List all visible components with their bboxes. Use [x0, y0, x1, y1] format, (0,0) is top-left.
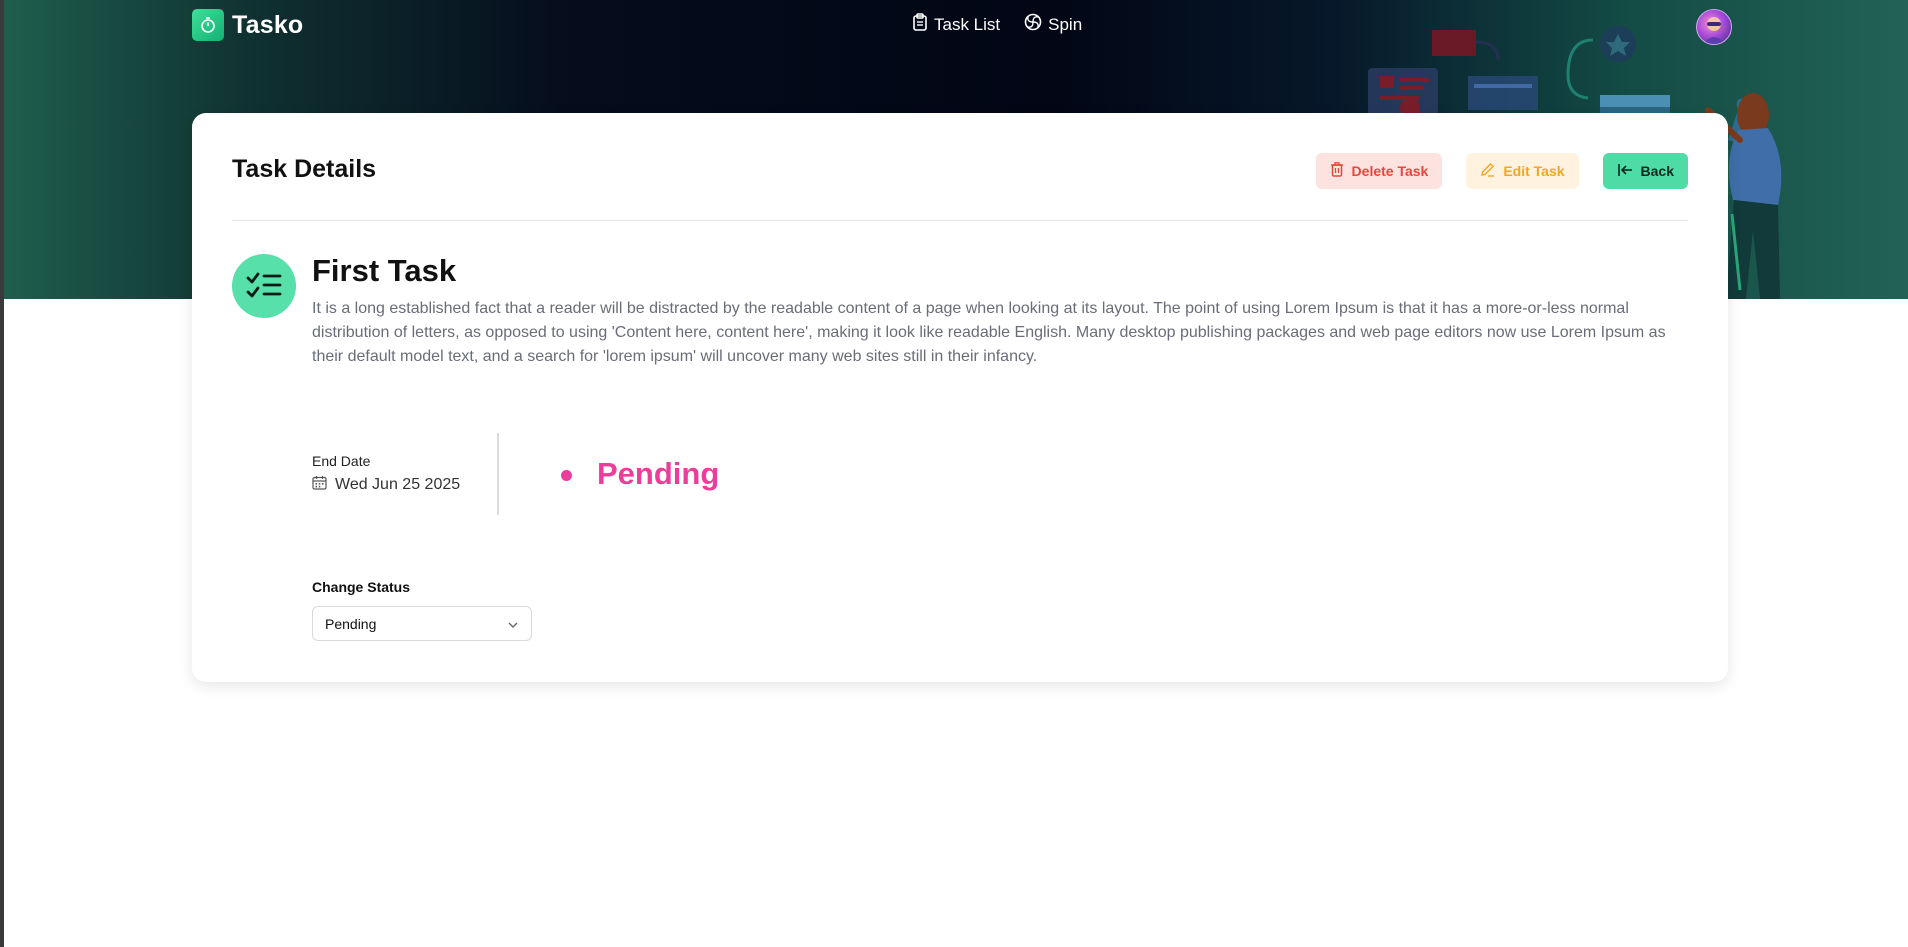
chevron-down-icon: [507, 616, 519, 632]
spin-icon: [1024, 13, 1042, 36]
edit-task-label: Edit Task: [1503, 163, 1565, 179]
end-date-value: Wed Jun 25 2025: [335, 476, 461, 493]
end-date-label: End Date: [312, 453, 371, 469]
pencil-icon: [1480, 162, 1495, 180]
task-meta: End Date Wed Jun 25 2025 Pending: [312, 433, 912, 515]
nav-link-task-list-label: Task List: [934, 14, 1001, 34]
task-details-card: Task Details Delete Task Edit Task Back …: [192, 113, 1728, 682]
header-divider: [232, 220, 1688, 221]
change-status-label: Change Status: [312, 579, 411, 595]
calendar-icon: [312, 475, 327, 495]
status-select-value: Pending: [325, 615, 377, 632]
window-edge: [0, 0, 4, 947]
trash-icon: [1330, 162, 1344, 180]
nav-link-spin[interactable]: Spin: [1024, 13, 1082, 36]
status-select[interactable]: Pending: [312, 606, 532, 641]
nav-link-spin-label: Spin: [1048, 14, 1083, 34]
delete-task-button[interactable]: Delete Task: [1315, 153, 1443, 189]
status-badge: Pending: [597, 456, 720, 491]
avatar[interactable]: [1696, 9, 1732, 45]
brand[interactable]: Tasko: [192, 9, 303, 41]
delete-task-label: Delete Task: [1351, 163, 1429, 179]
brand-name: Tasko: [232, 10, 304, 39]
arrow-left-to-line-icon: [1617, 163, 1633, 180]
clipboard-icon: [912, 13, 928, 36]
back-label: Back: [1640, 163, 1674, 179]
meta-separator: [497, 433, 499, 515]
nav-link-task-list[interactable]: Task List: [912, 13, 1000, 36]
end-date: Wed Jun 25 2025: [312, 475, 460, 495]
task-description: It is a long established fact that a rea…: [312, 300, 1666, 365]
navbar: Tasko Task List Spin: [0, 0, 1908, 50]
nav-links: Task List Spin: [912, 13, 1082, 36]
edit-task-button[interactable]: Edit Task: [1466, 153, 1579, 189]
task-name: First Task: [312, 253, 457, 288]
back-button[interactable]: Back: [1602, 153, 1688, 189]
card-actions: Delete Task Edit Task Back: [1315, 153, 1688, 189]
page-title: Task Details: [232, 155, 377, 183]
checklist-icon: [232, 254, 296, 318]
stopwatch-icon: [192, 9, 224, 41]
page: Tasko Task List Spin Task Details Delete…: [0, 0, 1908, 947]
status-dot: [561, 470, 572, 481]
